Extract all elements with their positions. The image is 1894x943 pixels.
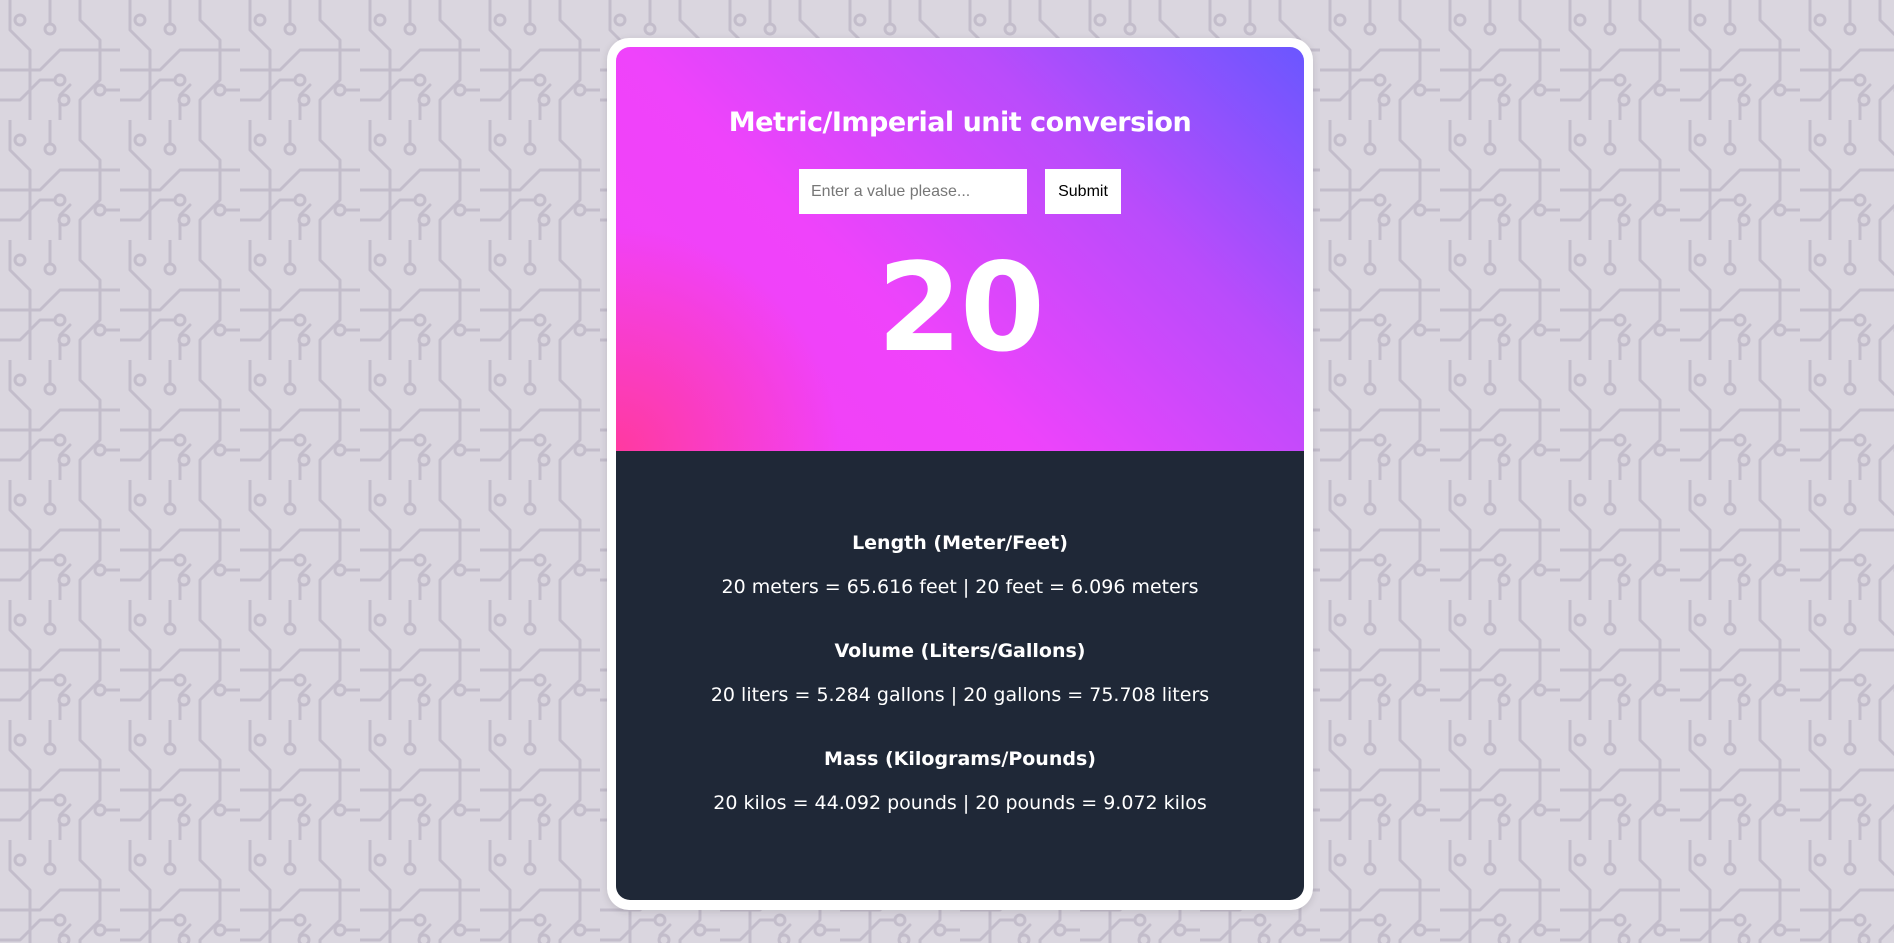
length-result: 20 meters = 65.616 feet | 20 feet = 6.09… xyxy=(721,576,1199,598)
volume-section: Volume (Liters/Gallons) 20 liters = 5.28… xyxy=(616,639,1304,707)
submit-button[interactable]: Submit xyxy=(1045,169,1121,214)
mass-section: Mass (Kilograms/Pounds) 20 kilos = 44.09… xyxy=(616,747,1304,815)
length-section: Length (Meter/Feet) 20 meters = 65.616 f… xyxy=(616,531,1304,599)
volume-heading: Volume (Liters/Gallons) xyxy=(834,640,1086,662)
mass-heading: Mass (Kilograms/Pounds) xyxy=(824,748,1096,770)
volume-result: 20 liters = 5.284 gallons | 20 gallons =… xyxy=(710,684,1210,706)
value-input[interactable] xyxy=(799,169,1027,214)
page-title: Metric/Imperial unit conversion xyxy=(728,107,1192,138)
value-form: Submit xyxy=(616,169,1304,214)
converter-card: Metric/Imperial unit conversion Submit 2… xyxy=(607,38,1313,910)
converter-header: Metric/Imperial unit conversion Submit 2… xyxy=(616,47,1304,451)
mass-result: 20 kilos = 44.092 pounds | 20 pounds = 9… xyxy=(713,792,1207,814)
current-value-display: 20 xyxy=(877,237,1045,379)
length-heading: Length (Meter/Feet) xyxy=(852,532,1068,554)
results-panel: Length (Meter/Feet) 20 meters = 65.616 f… xyxy=(616,451,1304,900)
